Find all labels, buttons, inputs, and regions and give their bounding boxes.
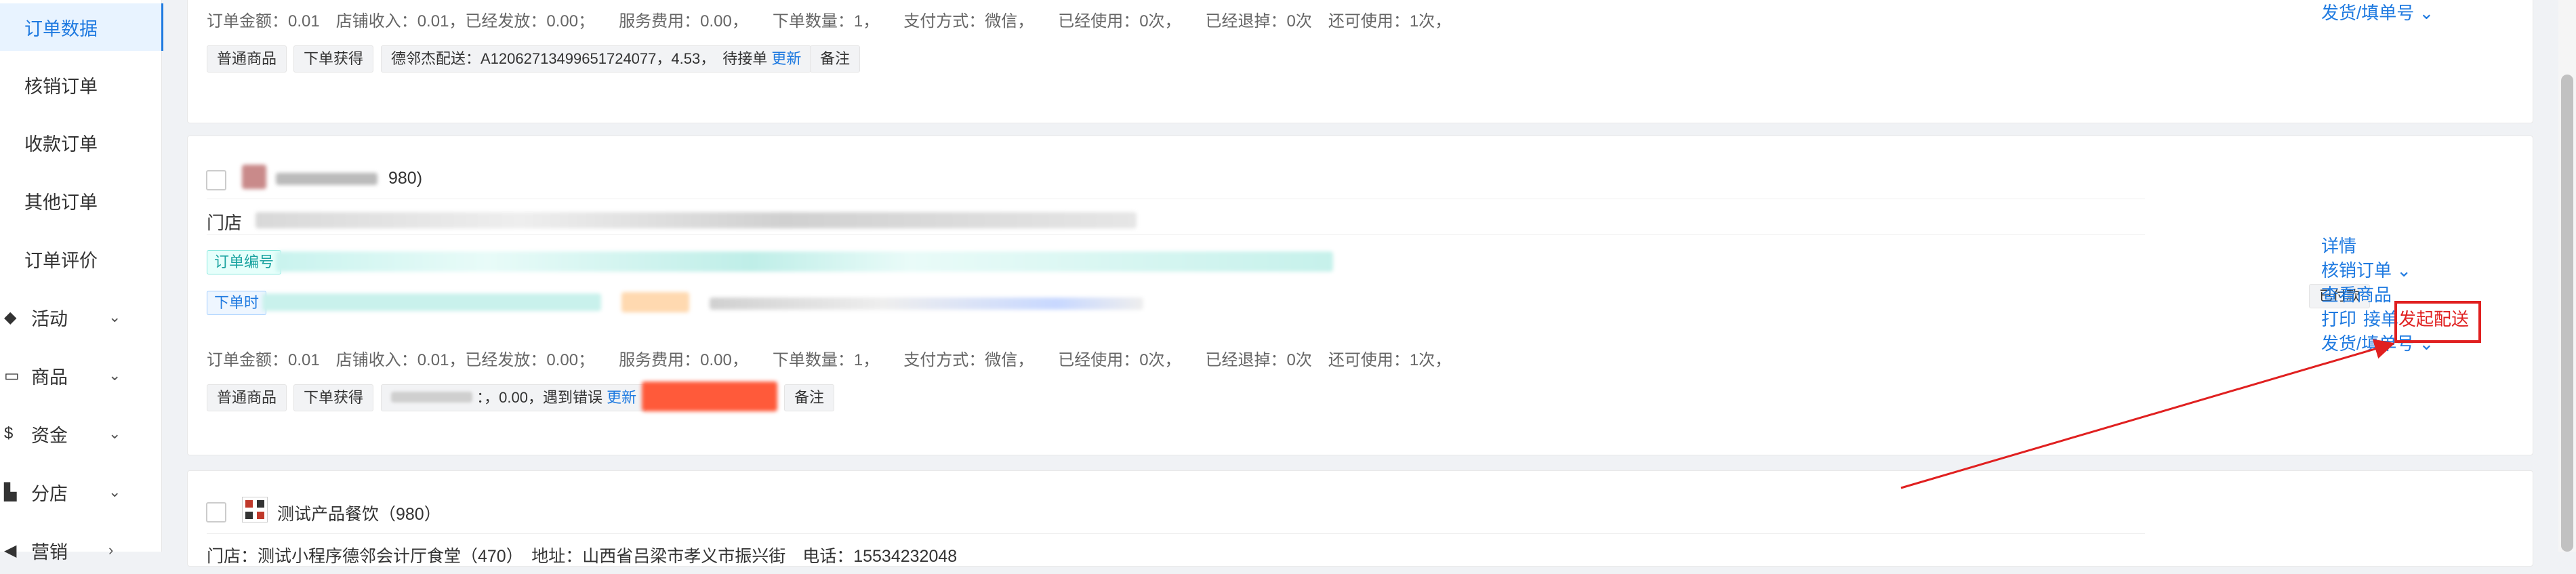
scrollbar-track[interactable] — [2558, 0, 2576, 552]
scrollbar-thumb[interactable] — [2561, 75, 2573, 552]
annotation-arrow — [1900, 339, 2395, 489]
